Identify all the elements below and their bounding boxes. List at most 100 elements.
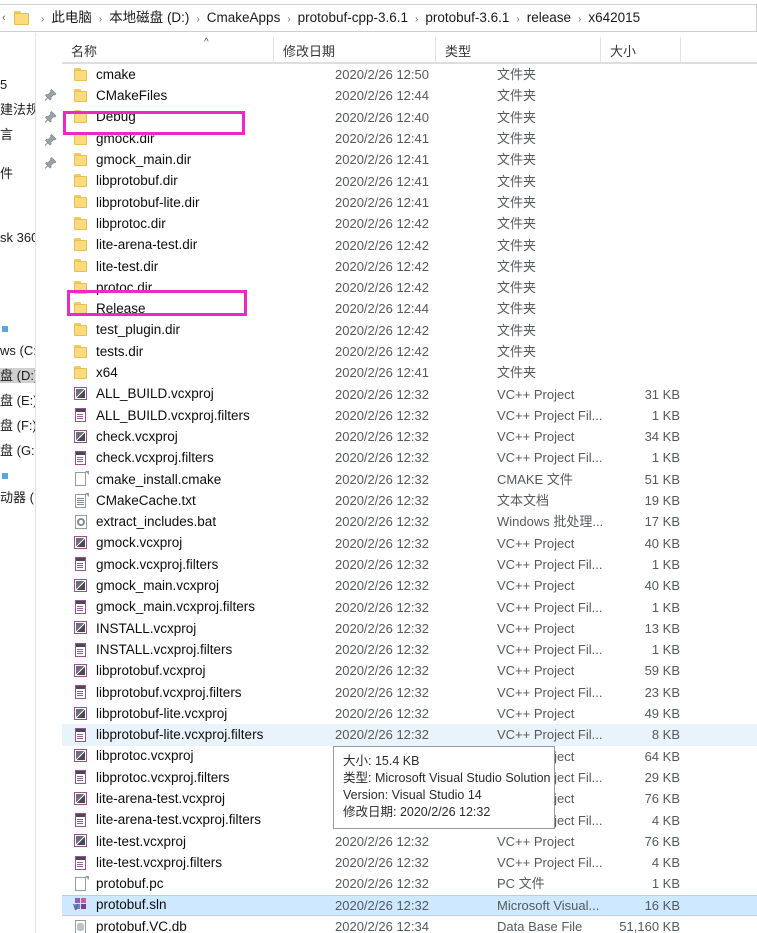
column-header-size[interactable]: 大小 xyxy=(600,37,680,63)
nav-pane-item[interactable]: 盘 (D:) xyxy=(0,368,35,383)
cell-name[interactable]: libprotobuf.dir xyxy=(62,170,327,191)
nav-pane-item[interactable]: 建法规 xyxy=(0,102,35,117)
cell-name[interactable]: libprotobuf.vcxproj xyxy=(62,660,327,681)
cell-name[interactable]: lite-test.vcxproj.filters xyxy=(62,852,327,873)
cell-name[interactable]: protobuf.pc xyxy=(62,873,327,894)
table-row[interactable]: libprotobuf.vcxproj 2020/2/26 12:32 VC++ P… xyxy=(62,660,757,681)
table-row[interactable]: ALL_BUILD.vcxproj 2020/2/26 12:32 VC++ Pro… xyxy=(62,383,757,404)
cell-name[interactable]: extract_includes.bat xyxy=(62,511,327,532)
table-row[interactable]: libprotobuf-lite.vcxproj.filters 2020/2/2… xyxy=(62,724,757,746)
cell-name[interactable]: cmake_install.cmake xyxy=(62,469,327,490)
nav-pane-item[interactable]: 言 xyxy=(0,127,13,142)
table-row[interactable]: gmock.vcxproj 2020/2/26 12:32 VC++ Project… xyxy=(62,533,757,554)
cell-name[interactable]: lite-test.vcxproj xyxy=(62,831,327,852)
back-caret-icon[interactable]: ‹ xyxy=(2,12,12,24)
cell-name[interactable]: protoc.dir xyxy=(62,277,327,298)
cell-name[interactable]: protobuf.VC.db xyxy=(62,916,327,933)
cell-name[interactable]: lite-arena-test.vcxproj.filters xyxy=(62,809,327,830)
cell-name[interactable]: libprotobuf-lite.vcxproj xyxy=(62,703,327,724)
table-row[interactable]: libprotobuf.vcxproj.filters 2020/2/26 12:… xyxy=(62,682,757,703)
breadcrumb-item[interactable]: protobuf-3.6.1 xyxy=(424,10,510,25)
pin-icon[interactable] xyxy=(44,133,57,147)
cell-name[interactable]: libprotoc.vcxproj xyxy=(62,746,327,767)
cell-name[interactable]: Release xyxy=(62,298,327,319)
cell-name[interactable]: ALL_BUILD.vcxproj xyxy=(62,383,327,404)
breadcrumb-item[interactable]: 此电脑 xyxy=(50,10,93,25)
table-row[interactable]: check.vcxproj 2020/2/26 12:32 VC++ Project… xyxy=(62,426,757,447)
cell-name[interactable]: INSTALL.vcxproj.filters xyxy=(62,639,327,660)
breadcrumb-item[interactable]: release xyxy=(526,10,572,25)
table-row[interactable]: x64 2020/2/26 12:41 文件夹 xyxy=(62,362,757,383)
cell-name[interactable]: ALL_BUILD.vcxproj.filters xyxy=(62,405,327,426)
cell-name[interactable]: lite-arena-test.dir xyxy=(62,234,327,255)
navigation-pane[interactable]: 5 建法规言件 sk 360 ws (C:) 盘 (D:) 盘 (E:) 盘 (F:) 盘 (… xyxy=(0,33,36,933)
cell-name[interactable]: libprotobuf.vcxproj.filters xyxy=(62,682,327,703)
cell-name[interactable]: libprotobuf-lite.vcxproj.filters xyxy=(62,724,327,745)
address-bar[interactable]: ‹ › 此电脑 › 本地磁盘 (D:) › CmakeApps › protobuf-cpp-… xyxy=(0,4,757,32)
cell-name[interactable]: gmock.dir xyxy=(62,128,327,149)
cell-name[interactable]: tests.dir xyxy=(62,341,327,362)
table-row[interactable]: libprotoc.dir 2020/2/26 12:42 文件夹 xyxy=(62,213,757,234)
breadcrumb-item[interactable]: x642015 xyxy=(587,10,641,25)
column-header-type[interactable]: 类型 xyxy=(435,37,600,63)
cell-name[interactable]: CMakeCache.txt xyxy=(62,490,327,511)
breadcrumb-item[interactable]: 本地磁盘 (D:) xyxy=(108,10,190,25)
table-row[interactable]: lite-arena-test.dir 2020/2/26 12:42 文件夹 xyxy=(62,234,757,255)
table-row[interactable]: ALL_BUILD.vcxproj.filters 2020/2/26 12:32… xyxy=(62,405,757,426)
table-row[interactable]: CMakeCache.txt 2020/2/26 12:32 文本文档 19 KB xyxy=(62,490,757,511)
table-row[interactable]: CMakeFiles 2020/2/26 12:44 文件夹 xyxy=(62,85,757,106)
pin-icon[interactable] xyxy=(44,88,57,102)
table-row[interactable]: Release 2020/2/26 12:44 文件夹 xyxy=(62,298,757,319)
nav-pane-item[interactable]: 5 xyxy=(0,77,7,92)
table-row[interactable]: gmock_main.dir 2020/2/26 12:41 文件夹 xyxy=(62,149,757,170)
table-row[interactable]: protoc.dir 2020/2/26 12:42 文件夹 xyxy=(62,277,757,298)
table-row[interactable]: Debug 2020/2/26 12:40 文件夹 xyxy=(62,107,757,128)
cell-name[interactable]: CMakeFiles xyxy=(62,85,327,106)
pin-icon[interactable] xyxy=(44,110,57,124)
table-row[interactable]: check.vcxproj.filters 2020/2/26 12:32 VC++… xyxy=(62,447,757,468)
cell-name[interactable]: cmake xyxy=(62,64,327,85)
cell-name[interactable]: Vprotobuf.sln xyxy=(62,896,327,915)
breadcrumb-item[interactable]: protobuf-cpp-3.6.1 xyxy=(297,10,409,25)
table-row[interactable]: cmake_install.cmake 2020/2/26 12:32 CMAKE … xyxy=(62,469,757,490)
table-row[interactable]: tests.dir 2020/2/26 12:42 文件夹 xyxy=(62,341,757,362)
cell-name[interactable]: lite-arena-test.vcxproj xyxy=(62,788,327,809)
column-header-date-modified[interactable]: 修改日期 xyxy=(273,37,435,63)
cell-name[interactable]: x64 xyxy=(62,362,327,383)
cell-name[interactable]: gmock_main.dir xyxy=(62,149,327,170)
cell-name[interactable]: gmock_main.vcxproj xyxy=(62,575,327,596)
table-row[interactable]: cmake 2020/2/26 12:50 文件夹 xyxy=(62,64,757,85)
cell-name[interactable]: check.vcxproj xyxy=(62,426,327,447)
nav-pane-item[interactable]: 盘 (F:) xyxy=(0,418,35,433)
table-row[interactable]: lite-test.vcxproj.filters 2020/2/26 12:32… xyxy=(62,852,757,873)
table-row[interactable]: lite-test.dir 2020/2/26 12:42 文件夹 xyxy=(62,256,757,277)
table-row[interactable]: gmock_main.vcxproj 2020/2/26 12:32 VC++ Pr… xyxy=(62,575,757,596)
table-row[interactable]: test_plugin.dir 2020/2/26 12:42 文件夹 xyxy=(62,320,757,341)
cell-name[interactable]: gmock.vcxproj xyxy=(62,533,327,554)
table-row[interactable]: Vprotobuf.sln 2020/2/26 12:32 Microsoft Vi… xyxy=(62,894,757,916)
table-row[interactable]: libprotobuf.dir 2020/2/26 12:41 文件夹 xyxy=(62,170,757,191)
table-row[interactable]: gmock.dir 2020/2/26 12:41 文件夹 xyxy=(62,128,757,149)
nav-pane-item[interactable]: 件 xyxy=(0,166,13,181)
table-row[interactable]: lite-test.vcxproj 2020/2/26 12:32 VC++ Pro… xyxy=(62,831,757,852)
breadcrumb-item[interactable]: CmakeApps xyxy=(206,10,282,25)
table-row[interactable]: extract_includes.bat 2020/2/26 12:32 Windo… xyxy=(62,511,757,532)
cell-name[interactable]: test_plugin.dir xyxy=(62,320,327,341)
cell-name[interactable]: gmock_main.vcxproj.filters xyxy=(62,596,327,617)
table-row[interactable]: protobuf.pc 2020/2/26 12:32 PC 文件 1 KB xyxy=(62,873,757,894)
table-row[interactable]: INSTALL.vcxproj.filters 2020/2/26 12:32 VC… xyxy=(62,639,757,660)
pin-icon[interactable] xyxy=(44,156,57,170)
table-row[interactable]: libprotobuf-lite.dir 2020/2/26 12:41 文件夹 xyxy=(62,192,757,213)
column-header-name[interactable]: 名称 ^ xyxy=(62,37,273,63)
nav-pane-item[interactable]: sk 360 xyxy=(0,230,35,245)
nav-pane-item[interactable]: ws (C:) xyxy=(0,343,35,358)
table-row[interactable]: protobuf.VC.db 2020/2/26 12:34 Data Base F… xyxy=(62,916,757,933)
nav-pane-item[interactable]: 盘 (E:) xyxy=(0,393,35,408)
table-row[interactable]: libprotobuf-lite.vcxproj 2020/2/26 12:32 V… xyxy=(62,703,757,724)
column-header-spacer[interactable] xyxy=(680,37,757,63)
nav-pane-item[interactable]: 盘 (G:) xyxy=(0,443,35,458)
cell-name[interactable]: libprotoc.dir xyxy=(62,213,327,234)
cell-name[interactable]: INSTALL.vcxproj xyxy=(62,618,327,639)
cell-name[interactable]: check.vcxproj.filters xyxy=(62,447,327,468)
table-row[interactable]: gmock.vcxproj.filters 2020/2/26 12:32 VC++… xyxy=(62,554,757,575)
